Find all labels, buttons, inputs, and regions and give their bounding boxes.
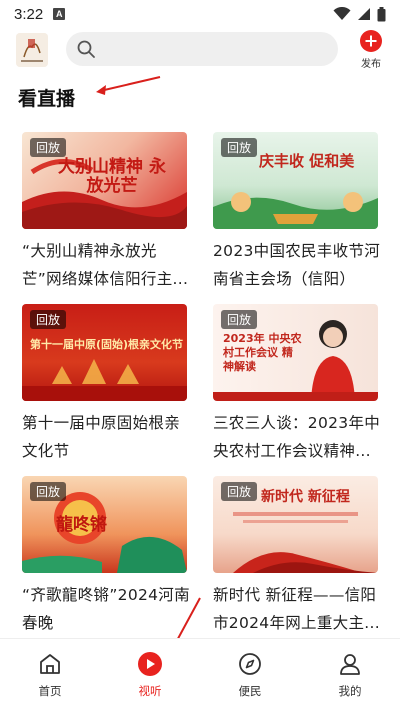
card-title: 2023中国农民丰收节河南省主会场（信阳） — [213, 242, 381, 288]
play-icon — [138, 652, 162, 676]
replay-badge: 回放 — [221, 482, 258, 501]
nav-label: 便民 — [238, 684, 262, 698]
card-title: 新时代 新征程——信阳市2024年网上重大主... — [213, 586, 380, 632]
thumbnail-text: 庆丰收 促和美 — [259, 152, 355, 170]
annotation-arrow-top — [96, 76, 161, 95]
thumbnail-text: 龍咚锵 — [56, 515, 107, 535]
card-thumbnail: 回放 大别山精神 永放光芒 — [22, 132, 187, 229]
live-card[interactable]: 回放 新时代 新征程 新时代 新征程——信阳市2024年网上重大主... — [213, 476, 381, 637]
live-card[interactable]: 回放 龍咚锵 “齐歌龍咚锵”2024河南春晚 — [22, 476, 190, 637]
card-title: 第十一届中原固始根亲文化节 — [22, 414, 181, 460]
section-title: 看直播 — [18, 88, 76, 110]
publish-label: 发布 — [361, 59, 381, 70]
nav-label: 视听 — [138, 684, 162, 698]
plus-icon — [360, 30, 382, 52]
thumbnail-text: 2023年 中央农村工作会议 精神解读 — [223, 332, 302, 373]
search-icon — [77, 40, 95, 58]
status-icons — [333, 6, 386, 22]
replay-badge: 回放 — [221, 138, 258, 157]
card-thumbnail: 回放 庆丰收 促和美 — [213, 132, 378, 229]
live-card[interactable]: 回放 2023年 中央农村工作会议 精神解读 三农三人谈：2023年中央农村工作… — [213, 304, 381, 465]
replay-badge: 回放 — [30, 482, 67, 501]
thumbnail-text: 第十一届中原(固始)根亲文化节 — [30, 338, 184, 351]
card-title: 三农三人谈：2023年中央农村工作会议精神... — [213, 414, 381, 460]
replay-badge: 回放 — [30, 138, 67, 157]
search-bar[interactable] — [66, 32, 338, 66]
card-thumbnail: 回放 2023年 中央农村工作会议 精神解读 — [213, 304, 378, 401]
thumbnail-text: 大别山精神 永放光芒 — [58, 157, 166, 196]
live-card[interactable]: 回放 庆丰收 促和美 2023中国农民丰收节河南省主会场（信阳） — [213, 132, 381, 293]
wifi-icon — [333, 7, 351, 20]
card-thumbnail: 回放 龍咚锵 — [22, 476, 187, 573]
bottom-nav: 首页 视听 便民 我的 — [0, 638, 400, 710]
nav-services[interactable]: 便民 — [200, 639, 300, 710]
replay-badge: 回放 — [221, 310, 258, 329]
publish-button[interactable]: 发布 — [356, 28, 386, 70]
thumbnail-text: 新时代 新征程 — [261, 489, 350, 505]
profile-icon — [340, 654, 360, 675]
card-title: “大别山精神永放光芒”网络媒体信阳行主... — [22, 242, 189, 288]
live-card[interactable]: 回放 大别山精神 永放光芒 “大别山精神永放光芒”网络媒体信阳行主... — [22, 132, 190, 293]
nav-profile[interactable]: 我的 — [300, 639, 400, 710]
compass-icon — [239, 653, 261, 675]
battery-icon — [377, 6, 386, 21]
card-thumbnail: 回放 第十一届中原(固始)根亲文化节 — [22, 304, 187, 401]
app-logo[interactable] — [16, 33, 48, 67]
card-title: “齐歌龍咚锵”2024河南春晚 — [22, 586, 190, 632]
live-card[interactable]: 回放 第十一届中原(固始)根亲文化节 第十一届中原固始根亲文化节 — [22, 304, 190, 465]
nav-home[interactable]: 首页 — [0, 639, 100, 710]
nav-label: 我的 — [338, 684, 362, 698]
card-thumbnail: 回放 新时代 新征程 — [213, 476, 378, 573]
status-time: 3:22 — [14, 5, 44, 23]
app-header: 发布 — [0, 28, 400, 72]
nav-media[interactable]: 视听 — [100, 639, 200, 710]
nav-label: 首页 — [38, 684, 62, 698]
replay-badge: 回放 — [30, 310, 67, 329]
signal-icon — [358, 8, 370, 20]
notification-badge-icon: A — [53, 8, 66, 20]
home-icon — [40, 654, 60, 674]
status-bar: 3:22 A — [0, 0, 400, 28]
